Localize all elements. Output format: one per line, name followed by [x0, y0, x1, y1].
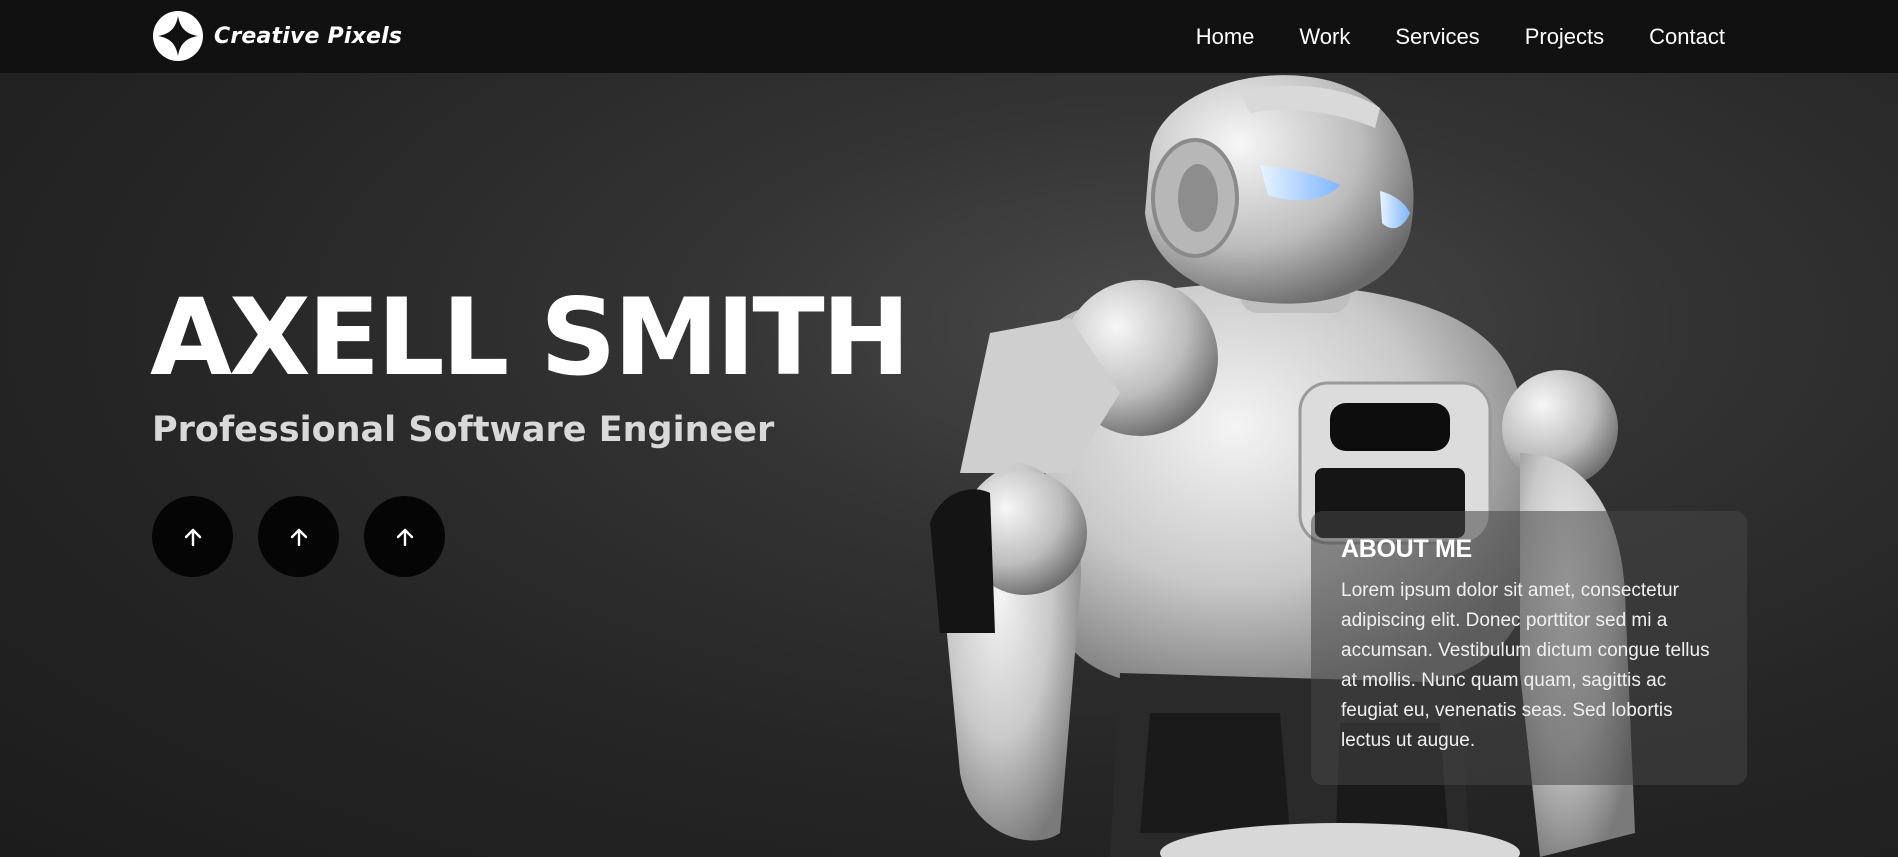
- arrow-up-button-2[interactable]: [258, 496, 339, 577]
- arrow-up-icon: [396, 528, 413, 546]
- top-navigation-bar: Creative Pixels Home Work Services Proje…: [0, 0, 1898, 73]
- main-nav: Home Work Services Projects Contact: [1196, 0, 1725, 73]
- about-heading: ABOUT ME: [1341, 535, 1472, 563]
- about-text: Lorem ipsum dolor sit amet, consectetur …: [1341, 580, 1710, 751]
- arrow-up-button-1[interactable]: [152, 496, 233, 577]
- hero-subtitle: Professional Software Engineer: [152, 410, 775, 450]
- nav-home[interactable]: Home: [1196, 24, 1255, 50]
- nav-projects[interactable]: Projects: [1525, 24, 1604, 50]
- arrow-up-icon: [290, 528, 307, 546]
- nav-services[interactable]: Services: [1395, 24, 1479, 50]
- about-me-card: ABOUT ME Lorem ipsum dolor sit amet, con…: [1311, 511, 1747, 785]
- brand[interactable]: Creative Pixels: [152, 10, 402, 62]
- compass-star-icon: [153, 11, 203, 61]
- brand-name: Creative Pixels: [214, 23, 403, 49]
- hero-action-buttons: [152, 496, 445, 577]
- arrow-up-button-3[interactable]: [364, 496, 445, 577]
- hero-name: AXELL SMITH: [150, 276, 910, 399]
- nav-work[interactable]: Work: [1299, 24, 1350, 50]
- nav-contact[interactable]: Contact: [1649, 24, 1725, 50]
- hero-page: Creative Pixels Home Work Services Proje…: [0, 0, 1898, 857]
- arrow-up-icon: [184, 528, 201, 546]
